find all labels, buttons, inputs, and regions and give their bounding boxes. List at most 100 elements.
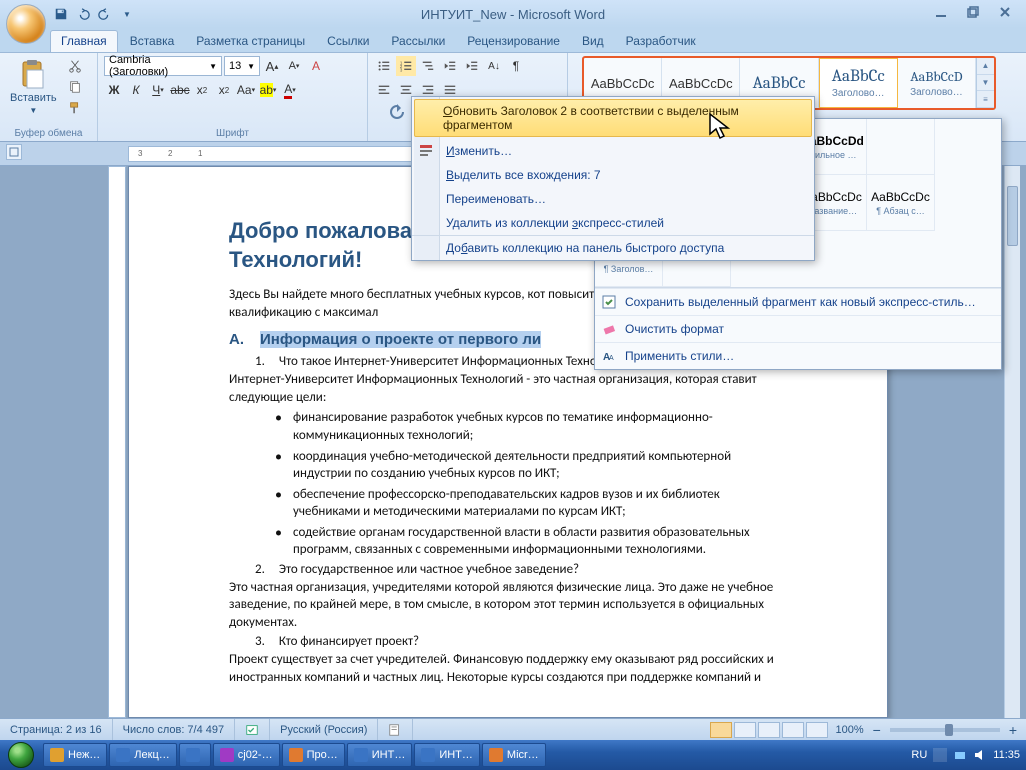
zoom-level[interactable]: 100% (835, 724, 863, 736)
undo-icon[interactable] (74, 5, 92, 23)
font-color-icon[interactable]: A▾ (280, 80, 300, 100)
copy-icon[interactable] (65, 77, 85, 97)
taskbar-app[interactable] (179, 743, 211, 767)
doc-paragraph: Это частная организация, учредителями ко… (229, 579, 787, 632)
change-case-icon[interactable]: Aa▾ (236, 80, 256, 100)
tab-insert[interactable]: Вставка (120, 31, 185, 52)
vertical-scrollbar[interactable] (1004, 166, 1020, 718)
tray-lang[interactable]: RU (911, 749, 927, 761)
doc-paragraph: Проект существует за счет учредителей. Ф… (229, 651, 787, 686)
menu-remove-quickstyle[interactable]: Удалить из коллекции экспресс-стилей (412, 211, 814, 235)
status-spellcheck-icon[interactable] (235, 719, 270, 740)
tray-clock[interactable]: 11:35 (993, 749, 1020, 761)
font-name-combo[interactable]: Cambria (Заголовки)▼ (104, 56, 222, 76)
gallery-apply-styles[interactable]: AAПрименить стили… (595, 342, 1001, 369)
close-button[interactable] (992, 4, 1018, 20)
menu-update-style[interactable]: ООбновить Заголовок 2 в соответствии с в… (414, 99, 812, 137)
tab-mailings[interactable]: Рассылки (381, 31, 455, 52)
format-painter-icon[interactable] (65, 98, 85, 118)
italic-icon[interactable]: К (126, 80, 146, 100)
minimize-button[interactable] (928, 4, 954, 20)
bold-icon[interactable]: Ж (104, 80, 124, 100)
restore-button[interactable] (960, 4, 986, 20)
menu-add-qat[interactable]: Добавить коллекцию на панель быстрого до… (412, 235, 814, 260)
strike-icon[interactable]: abc (170, 80, 190, 100)
group-clipboard-label: Буфер обмена (6, 127, 91, 139)
tab-page-layout[interactable]: Разметка страницы (186, 31, 315, 52)
view-web-layout[interactable] (758, 722, 780, 738)
gallery-style-item[interactable]: AaBbCcDc¶ Абзац с… (867, 175, 935, 231)
zoom-out[interactable]: − (870, 722, 884, 738)
cut-icon[interactable] (65, 56, 85, 76)
save-icon[interactable] (52, 5, 70, 23)
taskbar-app[interactable]: Про… (282, 743, 345, 767)
office-button[interactable] (6, 4, 46, 44)
vertical-ruler[interactable] (108, 166, 126, 718)
taskbar-app[interactable]: cj02-… (213, 743, 280, 767)
start-button[interactable] (0, 740, 42, 770)
status-track-icon[interactable] (378, 719, 413, 740)
multilevel-icon[interactable] (418, 56, 438, 76)
status-words[interactable]: Число слов: 7/4 497 (113, 719, 236, 740)
taskbar-app[interactable]: Неж… (43, 743, 107, 767)
view-outline[interactable] (782, 722, 804, 738)
tab-home[interactable]: Главная (50, 30, 118, 52)
windows-taskbar: Неж…Лекц…cj02-…Про…ИНТ…ИНТ…Micr… RU 11:3… (0, 740, 1026, 770)
tray-icon[interactable] (933, 748, 947, 762)
status-language[interactable]: Русский (Россия) (270, 719, 378, 740)
gallery-clear-format[interactable]: Очистить формат (595, 315, 1001, 342)
style-item-selected[interactable]: AaBbCcЗаголово… (819, 58, 898, 108)
font-size-combo[interactable]: 13▼ (224, 56, 260, 76)
subscript-icon[interactable]: x2 (192, 80, 212, 100)
menu-modify[interactable]: Изменить… (412, 139, 814, 163)
styles-scroll[interactable]: ▲▼≡ (976, 58, 994, 108)
gallery-save-style[interactable]: Сохранить выделенный фрагмент как новый … (595, 288, 1001, 315)
increase-indent-icon[interactable] (462, 56, 482, 76)
network-icon[interactable] (953, 748, 967, 762)
view-draft[interactable] (806, 722, 828, 738)
status-page[interactable]: Страница: 2 из 16 (0, 719, 113, 740)
view-full-screen[interactable] (734, 722, 756, 738)
zoom-in[interactable]: + (1006, 722, 1020, 738)
decrease-indent-icon[interactable] (440, 56, 460, 76)
list-item: обеспечение профессорско-преподавательск… (275, 486, 787, 521)
list-item: содействие органам государственной власт… (275, 524, 787, 559)
style-context-menu: ООбновить Заголовок 2 в соответствии с в… (411, 96, 815, 261)
tab-review[interactable]: Рецензирование (457, 31, 570, 52)
title-bar: ▼ ИНТУИТ_New - Microsoft Word (0, 0, 1026, 28)
sort-icon[interactable]: А↓ (484, 56, 504, 76)
volume-icon[interactable] (973, 748, 987, 762)
tab-developer[interactable]: Разработчик (616, 31, 706, 52)
taskbar-app[interactable]: Micr… (482, 743, 546, 767)
zoom-slider[interactable] (890, 728, 1000, 732)
menu-select-all[interactable]: Выделить все вхождения: 7 (412, 163, 814, 187)
shrink-font-icon[interactable]: A▾ (284, 56, 304, 76)
svg-text:A: A (609, 355, 614, 362)
taskbar-app[interactable]: ИНТ… (347, 743, 413, 767)
underline-icon[interactable]: Ч▾ (148, 80, 168, 100)
align-left-icon[interactable] (374, 80, 394, 100)
taskbar-app[interactable]: ИНТ… (414, 743, 480, 767)
grow-font-icon[interactable]: A▴ (262, 56, 282, 76)
system-tray: RU 11:35 (911, 748, 1026, 762)
redo-icon[interactable] (96, 5, 114, 23)
paste-button[interactable]: Вставить ▼ (6, 56, 61, 118)
view-print-layout[interactable] (710, 722, 732, 738)
superscript-icon[interactable]: x2 (214, 80, 234, 100)
taskbar-app[interactable]: Лекц… (109, 743, 176, 767)
gallery-style-item[interactable] (867, 119, 935, 175)
list-item: Это государственное или частное учебное … (255, 562, 787, 577)
numbering-icon[interactable]: 123 (396, 56, 416, 76)
view-ruler-toggle[interactable] (6, 144, 22, 160)
highlight-icon[interactable]: ab▾ (258, 80, 278, 100)
doc-paragraph: Интернет-Университет Информационных Техн… (229, 371, 787, 406)
ribbon-tabs: Главная Вставка Разметка страницы Ссылки… (0, 28, 1026, 52)
tab-view[interactable]: Вид (572, 31, 614, 52)
menu-rename[interactable]: Переименовать… (412, 187, 814, 211)
style-item[interactable]: AaBbCcDЗаголово… (898, 58, 976, 108)
bullets-icon[interactable] (374, 56, 394, 76)
pilcrow-icon[interactable]: ¶ (506, 56, 526, 76)
tab-references[interactable]: Ссылки (317, 31, 379, 52)
clear-format-icon[interactable]: A (306, 56, 326, 76)
qat-dropdown-icon[interactable]: ▼ (118, 5, 136, 23)
